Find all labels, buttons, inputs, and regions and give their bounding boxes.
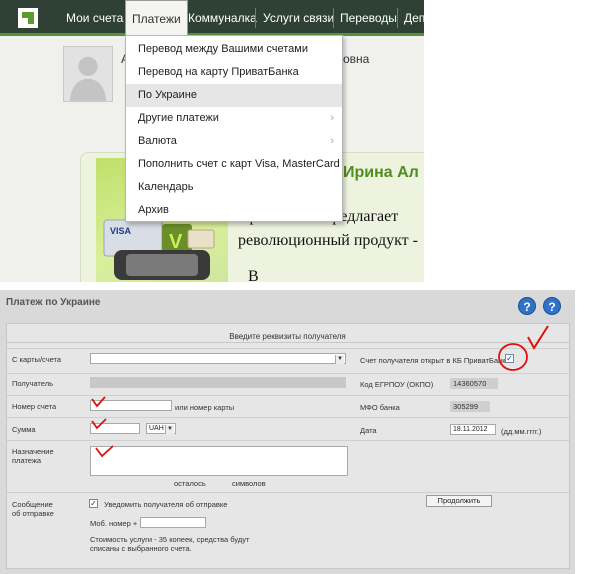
red-checkmark-icon bbox=[91, 418, 107, 430]
red-circle-annotation-icon bbox=[498, 343, 528, 371]
red-checkmark-icon bbox=[527, 325, 549, 350]
red-checkmark-icon bbox=[95, 445, 114, 458]
red-checkmark-icon bbox=[91, 396, 106, 408]
red-annotation-overlay bbox=[91, 325, 549, 458]
